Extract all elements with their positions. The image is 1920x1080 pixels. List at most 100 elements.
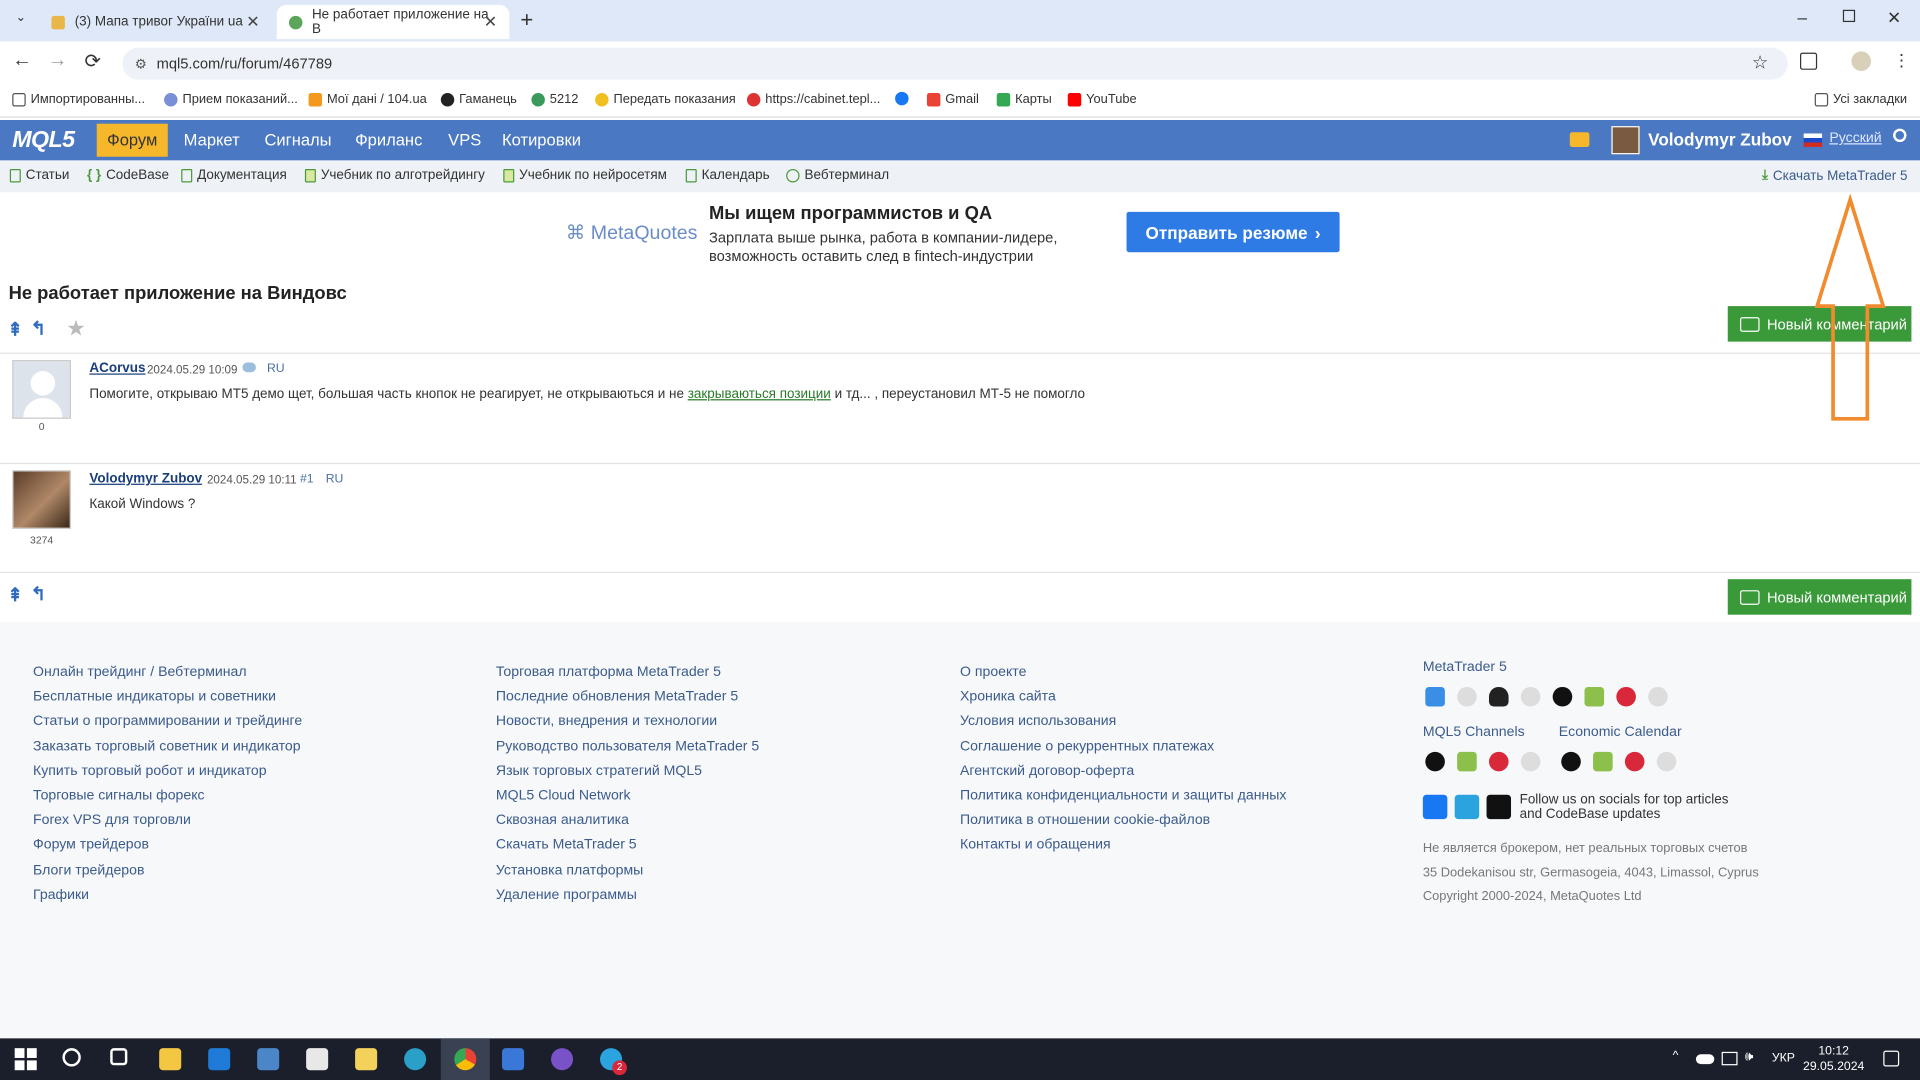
- apple-icon[interactable]: [1552, 686, 1573, 707]
- subnav-webterminal[interactable]: Вебтерминал: [786, 168, 889, 182]
- bookmark[interactable]: Передать показания: [595, 92, 736, 107]
- mt5-title[interactable]: MetaTrader 5: [1423, 660, 1507, 675]
- footer-link[interactable]: Статьи о программировании и трейдинге: [33, 709, 302, 734]
- nav-forum[interactable]: Форум: [96, 123, 168, 157]
- linux-icon[interactable]: [1488, 686, 1509, 707]
- sticky-notes-icon[interactable]: [355, 1048, 378, 1071]
- file-explorer-icon[interactable]: [159, 1048, 182, 1071]
- huawei-icon[interactable]: [1616, 686, 1636, 707]
- bookmark[interactable]: Прием показаний...: [164, 92, 298, 107]
- footer-link[interactable]: Политика конфиденциальности и защиты дан…: [960, 784, 1286, 809]
- store-icon[interactable]: [306, 1048, 329, 1071]
- close-tab-icon[interactable]: ✕: [246, 12, 259, 32]
- new-tab-icon[interactable]: +: [520, 7, 533, 33]
- profile-avatar-icon[interactable]: [1851, 51, 1872, 72]
- nav-market[interactable]: Маркет: [173, 120, 251, 160]
- bookmark[interactable]: Gmail: [926, 92, 979, 107]
- x-icon[interactable]: [1486, 794, 1512, 820]
- edge-icon[interactable]: [404, 1048, 427, 1071]
- search-icon[interactable]: [62, 1048, 81, 1067]
- keyboard-language[interactable]: УКР: [1772, 1052, 1795, 1065]
- footer-link[interactable]: Контакты и обращения: [960, 833, 1286, 858]
- post-language[interactable]: RU: [267, 362, 285, 375]
- show-hidden-icons[interactable]: ^: [1673, 1049, 1679, 1062]
- reload-icon[interactable]: ⟳: [84, 49, 100, 73]
- footer-link[interactable]: Руководство пользователя MetaTrader 5: [496, 734, 759, 759]
- apple-icon[interactable]: [1561, 751, 1581, 772]
- android-icon[interactable]: [1593, 751, 1613, 772]
- browser-tab-active[interactable]: Не работает приложение на В ✕: [276, 4, 510, 40]
- volume-icon[interactable]: 🕪: [1745, 1049, 1753, 1065]
- mql5-logo[interactable]: MQL5: [12, 127, 75, 154]
- bookmark-star-icon[interactable]: ☆: [1752, 51, 1768, 74]
- task-view-icon[interactable]: [110, 1048, 128, 1066]
- apple-icon[interactable]: [1425, 751, 1445, 772]
- search-icon[interactable]: [1893, 128, 1907, 143]
- viber-icon[interactable]: [551, 1048, 574, 1071]
- subnav-algotrading-book[interactable]: Учебник по алготрейдингу: [304, 168, 485, 182]
- windows-icon[interactable]: [1425, 686, 1445, 707]
- footer-link[interactable]: Торговые сигналы форекс: [33, 784, 302, 809]
- bookmark[interactable]: Карты: [996, 92, 1052, 107]
- bookmark[interactable]: Гаманець: [440, 92, 517, 107]
- footer-link[interactable]: Условия использования: [960, 709, 1286, 734]
- web-icon[interactable]: [1520, 686, 1541, 707]
- job-banner[interactable]: ⌘ MetaQuotes Мы ищем программистов и QA …: [563, 198, 1359, 267]
- bookmark[interactable]: 5212: [531, 92, 578, 107]
- subnav-neuro-book[interactable]: Учебник по нейросетям: [503, 168, 667, 182]
- send-resume-button[interactable]: Отправить резюме ›: [1126, 211, 1340, 253]
- restore-window-icon[interactable]: [1842, 9, 1856, 23]
- footer-link[interactable]: Хроника сайта: [960, 685, 1286, 710]
- footer-link[interactable]: Соглашение о рекуррентных платежах: [960, 734, 1286, 759]
- bookmark[interactable]: https://cabinet.tepl...: [746, 92, 880, 107]
- huawei-icon[interactable]: [1488, 751, 1509, 772]
- clock[interactable]: 10:12 29.05.2024: [1800, 1043, 1867, 1075]
- back-icon[interactable]: ←: [12, 50, 32, 72]
- footer-link[interactable]: Блоги трейдеров: [33, 858, 302, 883]
- footer-link[interactable]: Форум трейдеров: [33, 833, 302, 858]
- nav-freelance[interactable]: Фриланс: [344, 120, 433, 160]
- user-name[interactable]: Volodymyr Zubov: [1648, 130, 1792, 150]
- browser-menu-icon[interactable]: ⋮: [1893, 50, 1910, 71]
- subnav-articles[interactable]: Статьи: [9, 168, 69, 182]
- site-info-icon[interactable]: ⚙: [135, 56, 147, 72]
- footer-link[interactable]: MQL5 Cloud Network: [496, 784, 759, 809]
- extensions-icon[interactable]: [1800, 52, 1818, 70]
- apk-icon[interactable]: [1656, 751, 1677, 772]
- back-to-forum-icon[interactable]: ↰: [31, 583, 46, 605]
- android-icon[interactable]: [1584, 686, 1605, 707]
- nav-vps[interactable]: VPS: [437, 120, 492, 160]
- post-inline-link[interactable]: закрываються позиции: [688, 387, 831, 402]
- footer-link[interactable]: Сквозная аналитика: [496, 808, 759, 833]
- nav-quotes[interactable]: Котировки: [491, 120, 592, 160]
- minimize-window-icon[interactable]: –: [1798, 7, 1808, 27]
- notifications-icon[interactable]: [1883, 1050, 1900, 1067]
- footer-link[interactable]: Заказать торговый советник и индикатор: [33, 734, 302, 759]
- all-bookmarks[interactable]: Усі закладки: [1814, 92, 1907, 107]
- windows-start-icon[interactable]: [14, 1048, 37, 1071]
- footer-link[interactable]: Купить торговый робот и индикатор: [33, 759, 302, 784]
- huawei-icon[interactable]: [1624, 751, 1645, 772]
- post-number[interactable]: #1: [300, 473, 314, 486]
- messages-icon[interactable]: [1569, 132, 1590, 147]
- apk-icon[interactable]: [1648, 686, 1668, 707]
- footer-link[interactable]: Удаление программы: [496, 883, 759, 908]
- tab-list-dropdown-icon[interactable]: ⌄: [10, 11, 32, 31]
- go-to-top-icon[interactable]: ⇞: [7, 584, 22, 606]
- address-bar[interactable]: ⚙ mql5.com/ru/forum/467789 ☆: [122, 47, 1788, 80]
- post-author[interactable]: ACorvus: [89, 361, 145, 376]
- forward-icon[interactable]: →: [48, 50, 68, 72]
- close-window-icon[interactable]: ✕: [1887, 7, 1901, 28]
- facebook-icon[interactable]: [1422, 794, 1448, 820]
- nav-signals[interactable]: Сигналы: [253, 120, 342, 160]
- calculator-icon[interactable]: [257, 1048, 280, 1071]
- footer-link[interactable]: Forex VPS для торговли: [33, 808, 302, 833]
- chrome-taskbar-active[interactable]: [440, 1038, 490, 1080]
- footer-link[interactable]: Политика в отношении cookie-файлов: [960, 808, 1286, 833]
- footer-link[interactable]: Скачать MetaTrader 5: [496, 833, 759, 858]
- subnav-docs[interactable]: Документация: [181, 168, 287, 182]
- language-selector[interactable]: Русский: [1829, 131, 1881, 146]
- avatar[interactable]: [12, 360, 72, 419]
- footer-link[interactable]: Онлайн трейдинг / Вебтерминал: [33, 660, 302, 685]
- apk-icon[interactable]: [1520, 751, 1541, 772]
